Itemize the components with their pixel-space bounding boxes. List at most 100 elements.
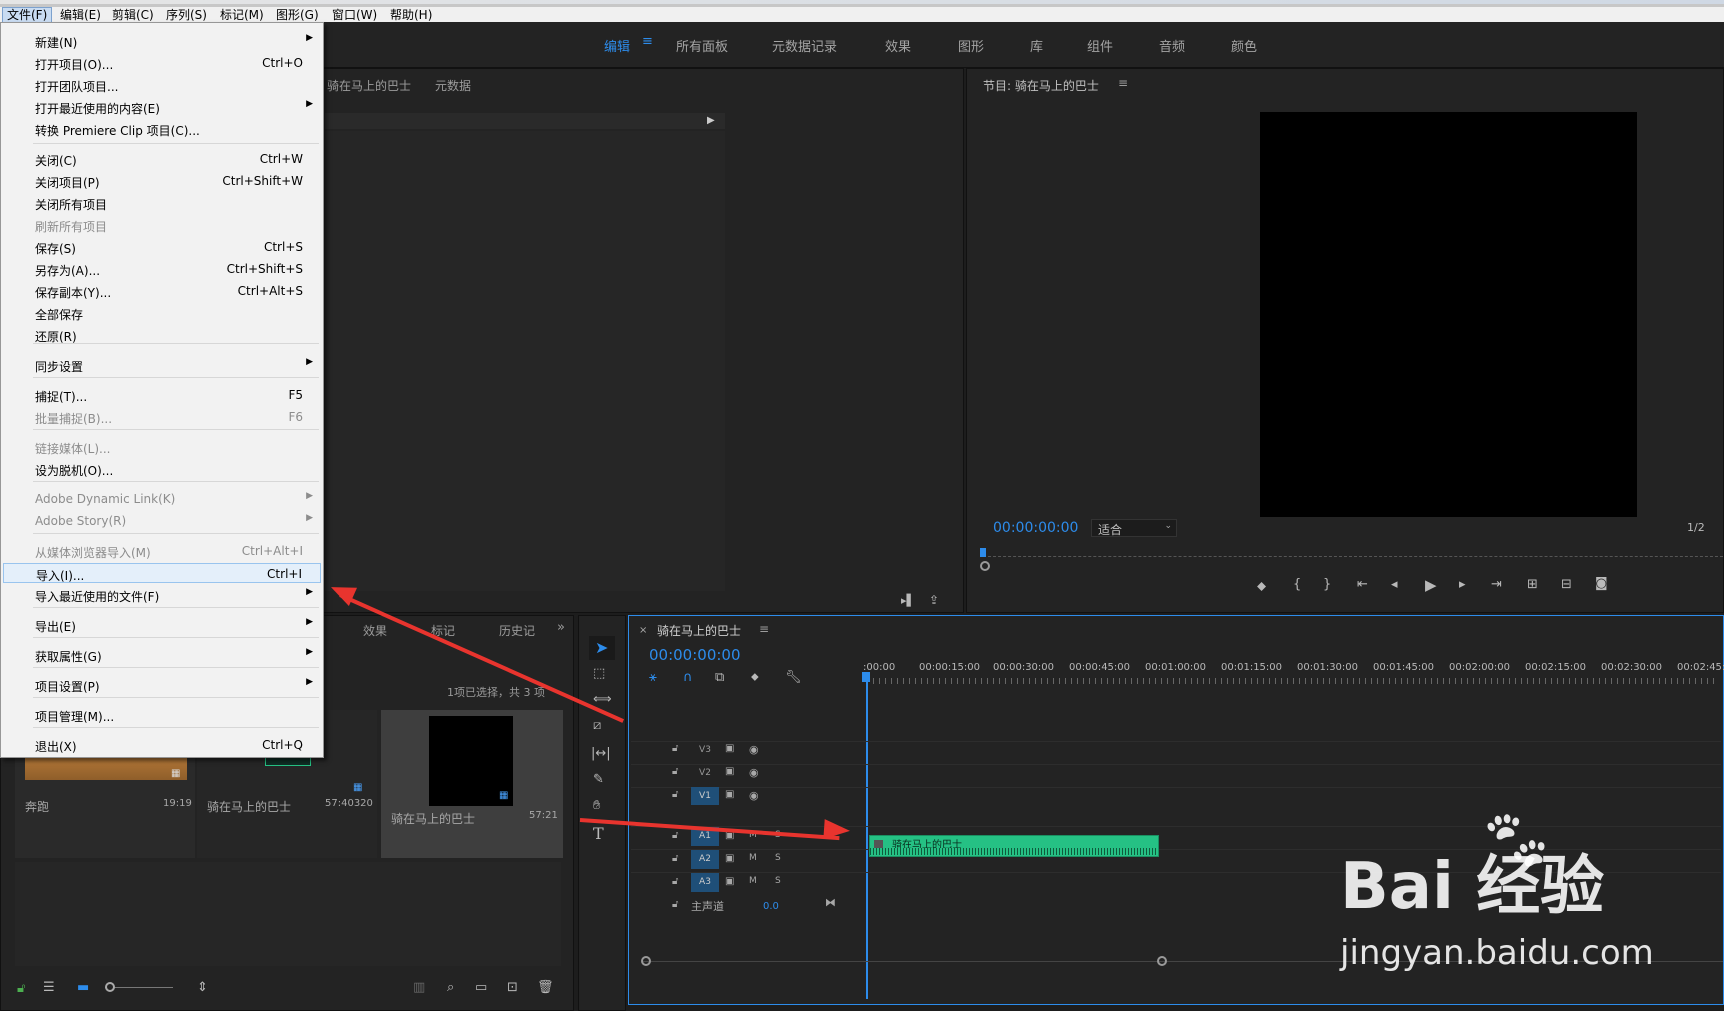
type-tool-icon[interactable]: T: [593, 824, 604, 843]
eye-icon[interactable]: ◉: [749, 789, 759, 802]
file-menu-item[interactable]: 打开项目(O)... Ctrl+O: [3, 53, 321, 73]
lock-icon[interactable]: 🔓︎: [672, 766, 678, 777]
marker-out-icon[interactable]: ⧓: [825, 896, 836, 909]
mute-button[interactable]: M: [749, 876, 757, 886]
lift-icon[interactable]: ⊞: [1527, 577, 1538, 592]
selection-tool-icon[interactable]: ➤: [595, 638, 608, 657]
timeline-title[interactable]: 骑在马上的巴士: [657, 622, 741, 639]
lock-icon[interactable]: 🔓︎: [672, 899, 678, 910]
wrench-icon[interactable]: 🔧︎: [785, 670, 802, 685]
new-item-icon[interactable]: ⊡: [507, 980, 518, 995]
workspace-tab-library[interactable]: 库: [1030, 36, 1043, 55]
mark-out-icon[interactable]: }: [1323, 577, 1331, 592]
menu-icon[interactable]: ≡: [642, 34, 653, 49]
track-target[interactable]: V3: [691, 741, 719, 759]
zoom-slider-handle[interactable]: [105, 982, 115, 992]
file-menu-item[interactable]: 新建(N) ▶: [3, 31, 321, 51]
source-tab[interactable]: 骑在马上的巴士: [327, 77, 411, 94]
search-icon[interactable]: ⌕: [447, 980, 454, 995]
workspace-tab-assembly[interactable]: 组件: [1087, 36, 1113, 55]
pen-icon[interactable]: ✎: [593, 772, 604, 787]
fit-dropdown[interactable]: 适合 ⌄: [1091, 519, 1177, 537]
scroll-handle-left[interactable]: [641, 956, 651, 966]
workspace-tab-audio[interactable]: 音频: [1159, 36, 1185, 55]
icon-view-icon[interactable]: ▬: [77, 980, 89, 995]
film-icon[interactable]: ▣: [725, 876, 734, 887]
track-target[interactable]: A3: [691, 873, 719, 892]
master-volume-value[interactable]: 0.0: [763, 901, 779, 912]
audio-clip[interactable]: 骑在马上的巴士: [869, 835, 1159, 857]
file-menu-item[interactable]: 项目设置(P) ▶: [3, 675, 321, 695]
sort-icon[interactable]: ⇕: [197, 980, 208, 995]
file-menu-item[interactable]: 全部保存: [3, 303, 321, 323]
lock-icon[interactable]: 🔓︎: [672, 830, 678, 841]
snap-icon[interactable]: ∩: [683, 670, 693, 685]
clip-thumbnail-card-selected[interactable]: ▦ 骑在马上的巴士 57:21: [381, 710, 563, 858]
file-menu-item[interactable]: 保存副本(Y)... Ctrl+Alt+S: [3, 281, 321, 301]
lock-icon[interactable]: 🔓︎: [672, 876, 678, 887]
workspace-tab-all-panels[interactable]: 所有面板: [676, 36, 728, 55]
file-menu-item[interactable]: 保存(S) Ctrl+S: [3, 237, 321, 257]
scroll-handle-right[interactable]: [1157, 956, 1167, 966]
trash-icon[interactable]: 🗑︎: [537, 980, 554, 995]
ripple-edit-icon[interactable]: ⟺: [593, 692, 612, 707]
file-menu-item[interactable]: 导入(I)... Ctrl+I: [3, 563, 321, 583]
more-panels-icon[interactable]: »: [557, 620, 565, 635]
file-menu-item[interactable]: 导入最近使用的文件(F) ▶: [3, 585, 321, 605]
program-scrubber[interactable]: [983, 547, 1723, 557]
automate-icon[interactable]: ▥: [413, 980, 425, 995]
mark-in-icon[interactable]: {: [1293, 577, 1301, 592]
workspace-tab-effects[interactable]: 效果: [885, 36, 911, 55]
film-icon[interactable]: ▣: [725, 789, 734, 800]
timeline-timecode[interactable]: 00:00:00:00: [649, 646, 741, 664]
playhead[interactable]: [866, 674, 868, 999]
go-to-in-icon[interactable]: ⇤: [1357, 577, 1368, 592]
program-timecode[interactable]: 00:00:00:00: [993, 520, 1078, 536]
file-menu-item[interactable]: 同步设置 ▶: [3, 355, 321, 375]
track-target[interactable]: A2: [691, 850, 719, 869]
file-menu-item[interactable]: 打开团队项目...: [3, 75, 321, 95]
tab-history[interactable]: 历史记: [499, 622, 535, 639]
razor-icon[interactable]: ⧄: [593, 718, 601, 733]
solo-button[interactable]: S: [775, 853, 781, 863]
go-to-out-icon[interactable]: ⇥: [1491, 577, 1502, 592]
film-icon[interactable]: ▣: [725, 743, 734, 754]
panel-menu-icon[interactable]: ≡: [1118, 76, 1128, 90]
track-target[interactable]: V1: [691, 787, 719, 805]
file-menu-item[interactable]: 设为脱机(O)...: [3, 459, 321, 479]
step-forward-icon[interactable]: ▸: [1459, 577, 1466, 592]
workspace-tab-color[interactable]: 颜色: [1231, 36, 1257, 55]
export-frame-icon[interactable]: ⇪: [929, 593, 939, 607]
play-icon[interactable]: ▶: [1425, 576, 1437, 594]
mute-button[interactable]: M: [749, 853, 757, 863]
film-icon[interactable]: ▣: [725, 766, 734, 777]
file-menu-item[interactable]: 打开最近使用的内容(E) ▶: [3, 97, 321, 117]
tab-effects[interactable]: 效果: [363, 622, 387, 639]
file-menu-item[interactable]: 关闭(C) Ctrl+W: [3, 149, 321, 169]
camera-icon[interactable]: ◙: [1595, 576, 1608, 591]
playhead-handle[interactable]: [862, 672, 870, 682]
file-menu-item[interactable]: 转换 Premiere Clip 项目(C)...: [3, 119, 321, 139]
film-icon[interactable]: ▣: [725, 853, 734, 864]
extract-icon[interactable]: ⊟: [1561, 577, 1572, 592]
workspace-tab-metadata[interactable]: 元数据记录: [772, 36, 837, 55]
snap-nest-icon[interactable]: ⚹: [649, 670, 657, 685]
file-menu-item[interactable]: 另存为(A)... Ctrl+Shift+S: [3, 259, 321, 279]
lock-icon[interactable]: 🔓︎: [672, 743, 678, 754]
lock-icon[interactable]: 🔓︎: [17, 981, 25, 996]
new-bin-icon[interactable]: ▭: [475, 980, 487, 995]
solo-button[interactable]: S: [775, 876, 781, 886]
close-icon[interactable]: ×: [639, 625, 647, 636]
step-back-icon[interactable]: ◂: [1391, 577, 1398, 592]
eye-icon[interactable]: ◉: [749, 743, 759, 756]
file-menu-item[interactable]: 获取属性(G) ▶: [3, 645, 321, 665]
zoom-slider[interactable]: [105, 987, 173, 988]
zoom-handle[interactable]: [980, 561, 990, 571]
file-menu-item[interactable]: 退出(X) Ctrl+Q: [3, 735, 321, 755]
resolution-value[interactable]: 1/2: [1687, 521, 1705, 534]
track-target[interactable]: V2: [691, 764, 719, 782]
track-select-icon[interactable]: ⬚: [593, 666, 605, 681]
file-menu-item[interactable]: 导出(E) ▶: [3, 615, 321, 635]
eye-icon[interactable]: ◉: [749, 766, 759, 779]
file-menu-item[interactable]: 关闭所有项目: [3, 193, 321, 213]
